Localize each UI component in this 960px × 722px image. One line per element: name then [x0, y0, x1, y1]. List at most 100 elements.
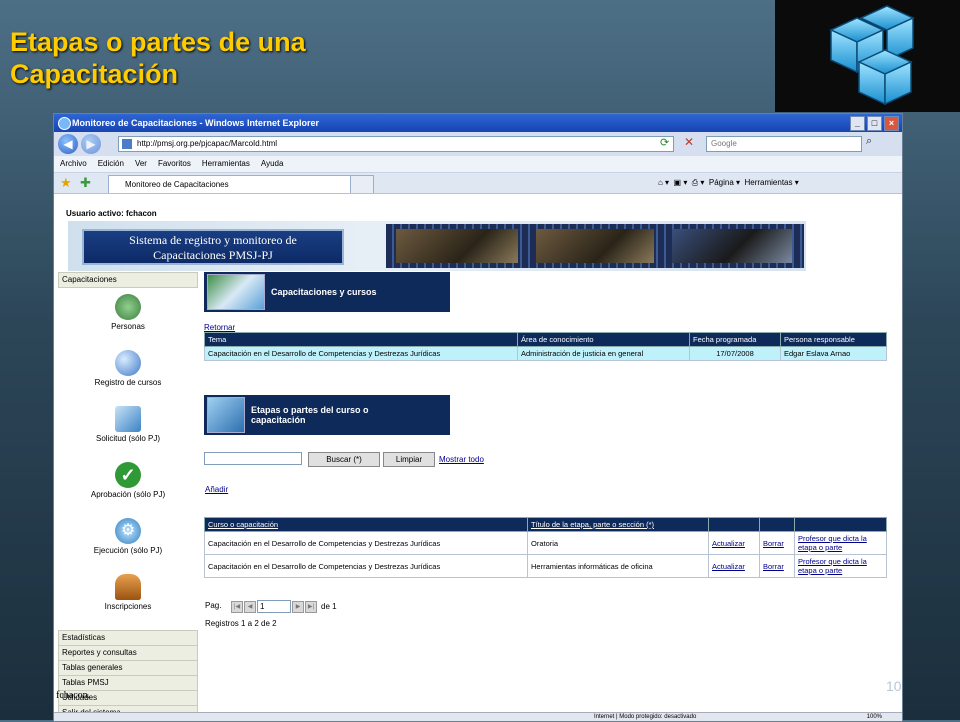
people-icon: [115, 294, 141, 320]
address-input[interactable]: http://pmsj.org.pe/pjcapac/MarcoId.html: [118, 136, 674, 152]
menu-archivo[interactable]: Archivo: [60, 156, 87, 172]
sidebar-item-label: Aprobación (sólo PJ): [90, 490, 166, 499]
col-responsable: Persona responsable: [780, 332, 887, 347]
menu-edicion[interactable]: Edición: [98, 156, 124, 172]
stages-icon: [207, 397, 245, 433]
ie-icon: [58, 117, 71, 130]
new-tab-button[interactable]: [350, 175, 374, 193]
add-link[interactable]: Añadir: [205, 485, 228, 494]
classroom-icon: [207, 274, 265, 310]
col-actualizar: [708, 517, 760, 532]
sidebar-item-solicitud[interactable]: Solicitud (sólo PJ): [58, 406, 198, 456]
close-button[interactable]: ×: [884, 116, 899, 131]
sidebar-item-aprobacion[interactable]: ✓ Aprobación (sólo PJ): [58, 462, 198, 512]
banner-title: Sistema de registro y monitoreo de Capac…: [82, 229, 344, 265]
status-text: Internet | Modo protegido: desactivado: [594, 714, 697, 720]
sidebar-item-inscripciones[interactable]: Inscripciones: [58, 574, 198, 624]
menu-ver[interactable]: Ver: [135, 156, 147, 172]
feeds-icon[interactable]: ▣ ▾: [674, 178, 688, 187]
menu-herramientas[interactable]: Herramientas: [202, 156, 250, 172]
cell-tema: Capacitación en el Desarrollo de Compete…: [204, 346, 518, 361]
minimize-button[interactable]: _: [850, 116, 865, 131]
slide-title-line2: Capacitación: [10, 59, 179, 89]
menu-ayuda[interactable]: Ayuda: [261, 156, 284, 172]
search-button[interactable]: Buscar (*): [308, 452, 380, 467]
cell-fecha: 17/07/2008: [689, 346, 781, 361]
menu-bar: Archivo Edición Ver Favoritos Herramient…: [54, 156, 902, 173]
pager: Pag.: [205, 601, 221, 610]
search-field[interactable]: [204, 452, 302, 465]
cell-etapa: Herramientas informáticas de oficina: [527, 554, 709, 578]
update-link[interactable]: Actualizar: [712, 562, 745, 571]
slide-title: Etapas o partes de una Capacitación: [10, 26, 306, 90]
banner-photos: [386, 224, 804, 268]
page-input[interactable]: 1: [257, 600, 291, 613]
sidebar: Capacitaciones Personas Registro de curs…: [58, 272, 198, 721]
sort-curso-link[interactable]: Curso o capacitación: [208, 520, 278, 529]
cell-area: Administración de justicia en general: [517, 346, 690, 361]
section-title: Capacitaciones y cursos: [271, 287, 377, 297]
prev-page-button[interactable]: ◀: [244, 601, 256, 613]
address-toolbar: ◀ ▶ http://pmsj.org.pe/pjcapac/MarcoId.h…: [54, 132, 902, 156]
sidebar-item-label: Registro de cursos: [94, 378, 162, 387]
section-header-courses: Capacitaciones y cursos: [204, 272, 450, 312]
back-button[interactable]: ◀: [58, 134, 78, 154]
page-menu[interactable]: Página: [709, 178, 734, 187]
sidebar-item-personas[interactable]: Personas: [58, 294, 198, 344]
globe-icon: [115, 350, 141, 376]
gears-icon: ⚙: [115, 518, 141, 544]
zoom-level[interactable]: 100%: [867, 713, 882, 721]
sidebar-link-tablas-generales[interactable]: Tablas generales: [58, 661, 198, 676]
sidebar-link-tablas-pmsj[interactable]: Tablas PMSJ: [58, 676, 198, 691]
table-row: Capacitación en el Desarrollo de Compete…: [204, 554, 887, 578]
home-icon[interactable]: ⌂ ▾: [658, 178, 669, 187]
banner-line1: Sistema de registro y monitoreo de: [129, 233, 297, 247]
sort-titulo-link[interactable]: Título de la etapa, parte o sección (*): [531, 520, 654, 529]
refresh-icon[interactable]: ⟳: [660, 136, 669, 149]
cell-etapa: Oratoria: [527, 531, 709, 555]
tools-menu[interactable]: Herramientas: [744, 178, 792, 187]
pager-label: Pag.: [205, 601, 222, 610]
search-icon[interactable]: ⌕: [866, 135, 872, 148]
menu-favoritos[interactable]: Favoritos: [158, 156, 191, 172]
banner-photo-2: [536, 229, 654, 263]
col-curso[interactable]: Curso o capacitación: [204, 517, 528, 532]
teacher-link[interactable]: Profesor que dicta la etapa o parte: [798, 557, 867, 575]
url-text: http://pmsj.org.pe/pjcapac/MarcoId.html: [137, 139, 278, 148]
last-page-button[interactable]: ▶|: [305, 601, 317, 613]
section-title: Etapas o partes del curso o capacitación: [251, 405, 369, 425]
back-link[interactable]: Retornar: [204, 323, 235, 332]
sidebar-item-ejecucion[interactable]: ⚙ Ejecución (sólo PJ): [58, 518, 198, 568]
teacher-link[interactable]: Profesor que dicta la etapa o parte: [798, 534, 867, 552]
print-icon[interactable]: ⎙ ▾: [692, 178, 705, 187]
delete-link[interactable]: Borrar: [763, 539, 784, 548]
sidebar-item-label: Personas: [111, 322, 145, 331]
show-all-link[interactable]: Mostrar todo: [439, 455, 484, 464]
col-titulo[interactable]: Título de la etapa, parte o sección (*): [527, 517, 709, 532]
search-input[interactable]: Google: [706, 136, 862, 152]
sidebar-item-registro[interactable]: Registro de cursos: [58, 350, 198, 400]
sidebar-header[interactable]: Capacitaciones: [58, 272, 198, 288]
clear-button[interactable]: Limpiar: [383, 452, 435, 467]
course-table: Tema Área de conocimiento Fecha programa…: [204, 332, 887, 361]
cubes-logo: [775, 0, 960, 112]
section-header-stages: Etapas o partes del curso o capacitación: [204, 395, 450, 435]
forward-button[interactable]: ▶: [81, 134, 101, 154]
stop-icon[interactable]: ✕: [684, 135, 694, 149]
banner-line2: Capacitaciones PMSJ-PJ: [153, 248, 273, 262]
pager-total: de 1: [321, 602, 337, 611]
maximize-button[interactable]: □: [867, 116, 882, 131]
sidebar-link-reportes[interactable]: Reportes y consultas: [58, 646, 198, 661]
table-row: Capacitación en el Desarrollo de Compete…: [204, 531, 887, 555]
tab-title: Monitoreo de Capacitaciones: [125, 180, 229, 189]
sidebar-link-estadisticas[interactable]: Estadísticas: [58, 630, 198, 646]
first-page-button[interactable]: |◀: [231, 601, 243, 613]
add-favorite-icon[interactable]: ✚: [80, 175, 91, 191]
delete-link[interactable]: Borrar: [763, 562, 784, 571]
update-link[interactable]: Actualizar: [712, 539, 745, 548]
next-page-button[interactable]: ▶: [292, 601, 304, 613]
favorites-star-icon[interactable]: ★: [60, 175, 72, 191]
active-user-label: Usuario activo: fchacon: [66, 209, 157, 218]
window-title: Monitoreo de Capacitaciones - Windows In…: [72, 118, 319, 128]
tab-monitoreo[interactable]: Monitoreo de Capacitaciones: [108, 175, 366, 193]
